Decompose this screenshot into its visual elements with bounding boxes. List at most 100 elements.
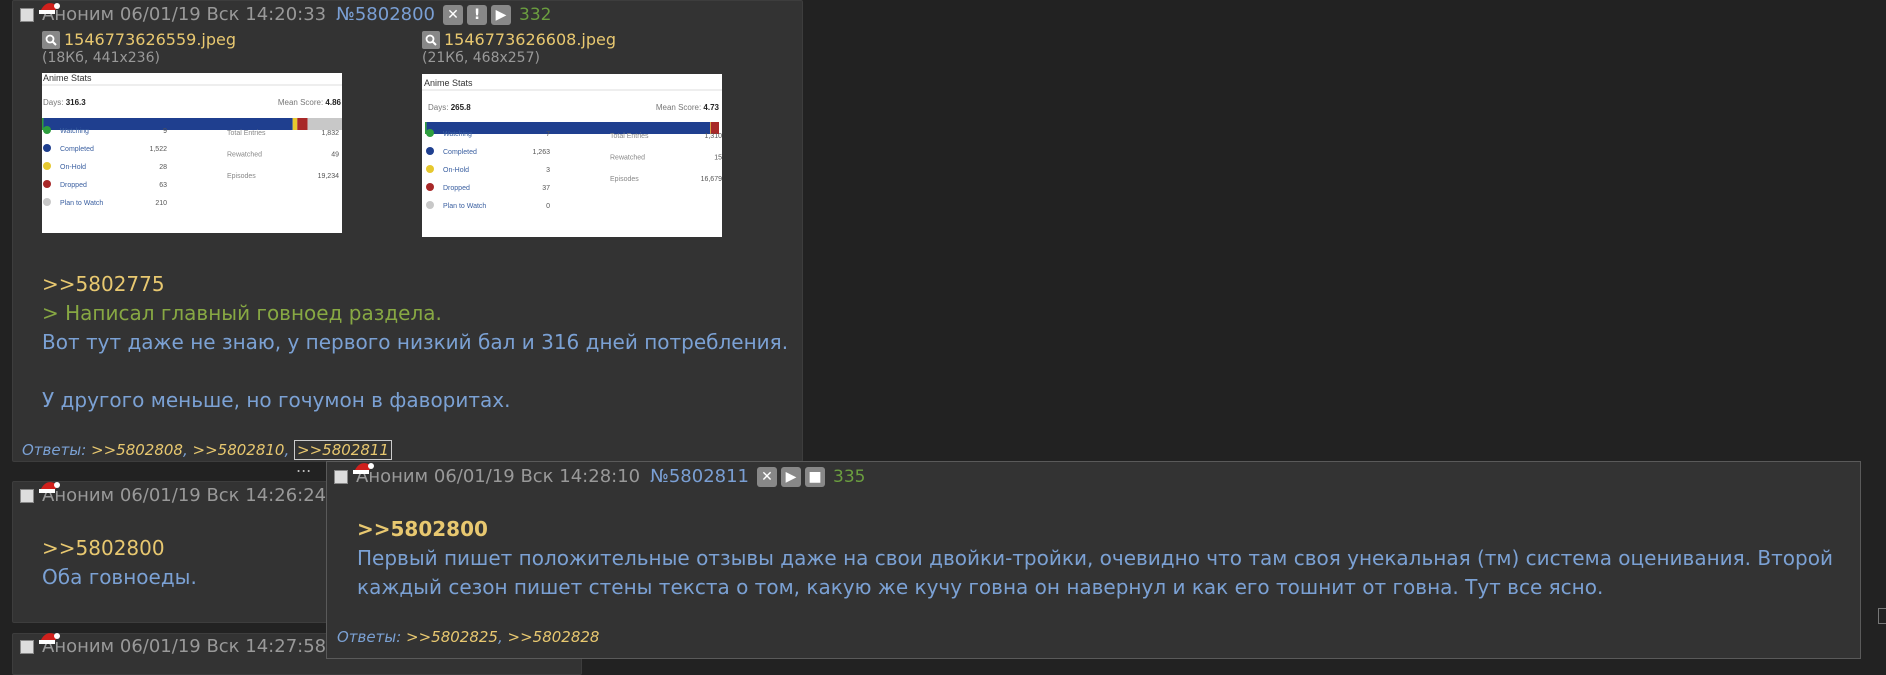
thumbnail-image-2[interactable]: Anime Stats Days: 265.8 Mean Score: 4.73… xyxy=(422,74,722,237)
status-dot xyxy=(426,201,434,209)
select-checkbox[interactable] xyxy=(20,7,34,22)
play-button[interactable]: ▶ xyxy=(491,4,512,25)
total-label: Episodes xyxy=(227,173,256,180)
stop-button[interactable]: ■ xyxy=(805,466,826,487)
post-text-line: каждый сезон пишет стены текста о том, к… xyxy=(357,575,1604,599)
status-value: 63 xyxy=(159,182,167,189)
status-label: Dropped xyxy=(60,182,87,189)
replies-list: Ответы: >>5802808, >>5802810, >>5802811 xyxy=(22,440,392,460)
status-value: 9 xyxy=(163,128,167,135)
svg-text:Days: 265.8: Days: 265.8 xyxy=(428,103,471,112)
svg-text:Mean Score: 4.73: Mean Score: 4.73 xyxy=(656,103,720,112)
file-info: (18Кб, 441x236) xyxy=(42,50,160,66)
status-label: Plan to Watch xyxy=(443,203,486,210)
thumb-title: Anime Stats xyxy=(43,73,92,83)
thumbnail-image-1[interactable]: Anime Stats Days: 316.3 Mean Score: 4.86… xyxy=(42,73,342,233)
status-label: Completed xyxy=(60,146,94,153)
total-label: Total Entries xyxy=(610,133,649,140)
ellipsis: ... xyxy=(296,457,312,476)
file-attachment-2: 1546773626608.jpeg (21Кб, 468x257) xyxy=(422,30,616,66)
status-value: 210 xyxy=(155,200,167,207)
stats-rows: Watching 7 Completed 1,263 On-Hold 3 Dropped 37… xyxy=(426,129,722,210)
post-number[interactable]: №5802811 xyxy=(650,466,749,487)
post-datetime: 06/01/19 Вск 14:27:58 xyxy=(119,636,327,657)
status-label: On-Hold xyxy=(60,164,86,171)
stats-bar-segment xyxy=(307,118,342,130)
file-name[interactable]: 1546773626608.jpeg xyxy=(444,30,616,49)
replies-label: Ответы: xyxy=(22,441,87,459)
santa-hat-icon xyxy=(39,3,60,14)
total-label: Rewatched xyxy=(227,152,262,159)
mean-value: 4.86 xyxy=(325,98,341,107)
post-text-line: Оба говноеды. xyxy=(42,565,197,589)
post-text-line: У другого меньше, но гочумон в фаворитах… xyxy=(42,388,511,412)
status-label: Watching xyxy=(60,128,89,135)
santa-hat-icon xyxy=(39,482,60,493)
status-value: 0 xyxy=(546,203,550,210)
status-value: 1,263 xyxy=(532,149,550,156)
status-dot xyxy=(43,198,51,206)
post-count: 335 xyxy=(833,466,866,487)
report-button[interactable]: ! xyxy=(467,4,488,25)
greentext-quote: > Написал главный говноед раздела. xyxy=(42,301,442,325)
mean-label: Mean Score: xyxy=(278,98,323,107)
status-dot xyxy=(43,180,51,188)
replies-list: Ответы: >>5802825, >>5802828 xyxy=(337,628,600,646)
status-dot xyxy=(426,165,434,173)
post-header: Аноним 06/01/19 Вск 14:27:58 xyxy=(20,636,326,657)
days-value: 265.8 xyxy=(451,103,472,112)
zoom-icon[interactable] xyxy=(422,30,440,49)
scrollbar-handle[interactable] xyxy=(1878,608,1886,624)
hide-button[interactable]: ✕ xyxy=(443,4,464,25)
reply-link[interactable]: >>5802800 xyxy=(357,515,488,544)
reply-ref[interactable]: >>5802825 xyxy=(406,628,498,646)
reply-ref[interactable]: >>5802810 xyxy=(193,441,285,459)
select-checkbox[interactable] xyxy=(20,488,34,503)
status-dot xyxy=(43,126,51,134)
status-dot xyxy=(43,144,51,152)
status-label: Watching xyxy=(443,131,472,138)
days-label: Days: xyxy=(43,98,63,107)
post-header: Аноним 06/01/19 Вск 14:20:33 №5802800 ✕ … xyxy=(20,4,551,25)
status-label: Plan to Watch xyxy=(60,200,103,207)
status-value: 3 xyxy=(546,167,550,174)
total-label: Total Entries xyxy=(227,130,266,137)
days-label: Days: xyxy=(428,103,448,112)
status-label: Completed xyxy=(443,149,477,156)
stats-rows: Watching 9 Completed 1,522 On-Hold 28 Dropped 6… xyxy=(43,126,339,207)
thumb-title: Anime Stats xyxy=(424,78,473,88)
stats-bar-segment xyxy=(42,118,44,130)
select-checkbox[interactable] xyxy=(20,639,34,654)
reply-link[interactable]: >>5802800 xyxy=(42,534,165,563)
post-datetime: 06/01/19 Вск 14:26:24 xyxy=(119,485,327,506)
replies-label: Ответы: xyxy=(337,628,402,646)
days-value: 316.3 xyxy=(66,98,87,107)
reply-link[interactable]: >>5802775 xyxy=(42,270,165,299)
stats-bar-segment xyxy=(297,118,308,130)
status-value: 1,522 xyxy=(149,146,167,153)
play-button[interactable]: ▶ xyxy=(781,466,802,487)
status-dot xyxy=(43,162,51,170)
file-name[interactable]: 1546773626559.jpeg xyxy=(64,30,236,49)
zoom-icon[interactable] xyxy=(42,30,60,49)
post-header: Аноним 06/01/19 Вск 14:26:24 xyxy=(20,485,326,506)
reply-ref[interactable]: >>5802808 xyxy=(91,441,183,459)
status-dot xyxy=(426,147,434,155)
status-value: 28 xyxy=(159,164,167,171)
santa-hat-icon xyxy=(353,463,374,474)
select-checkbox[interactable] xyxy=(334,469,348,484)
svg-text:Days: 316.3: Days: 316.3 xyxy=(43,98,86,107)
status-dot xyxy=(426,129,434,137)
hide-button[interactable]: ✕ xyxy=(757,466,778,487)
post-datetime: 06/01/19 Вск 14:20:33 xyxy=(119,4,327,25)
reply-ref[interactable]: >>5802828 xyxy=(508,628,600,646)
total-label: Episodes xyxy=(610,176,639,183)
post-datetime: 06/01/19 Вск 14:28:10 xyxy=(433,466,641,487)
post-number[interactable]: №5802800 xyxy=(336,4,435,25)
post-text-line: Вот тут даже не знаю, у первого низкий б… xyxy=(42,330,789,354)
svg-text:Mean Score: 4.86: Mean Score: 4.86 xyxy=(278,98,342,107)
status-value: 7 xyxy=(546,131,550,138)
popup-header: Аноним 06/01/19 Вск 14:28:10 №5802811 ✕ … xyxy=(334,466,865,487)
post-text-line: Первый пишет положительные отзывы даже н… xyxy=(357,546,1833,570)
total-label: Rewatched xyxy=(610,155,645,162)
